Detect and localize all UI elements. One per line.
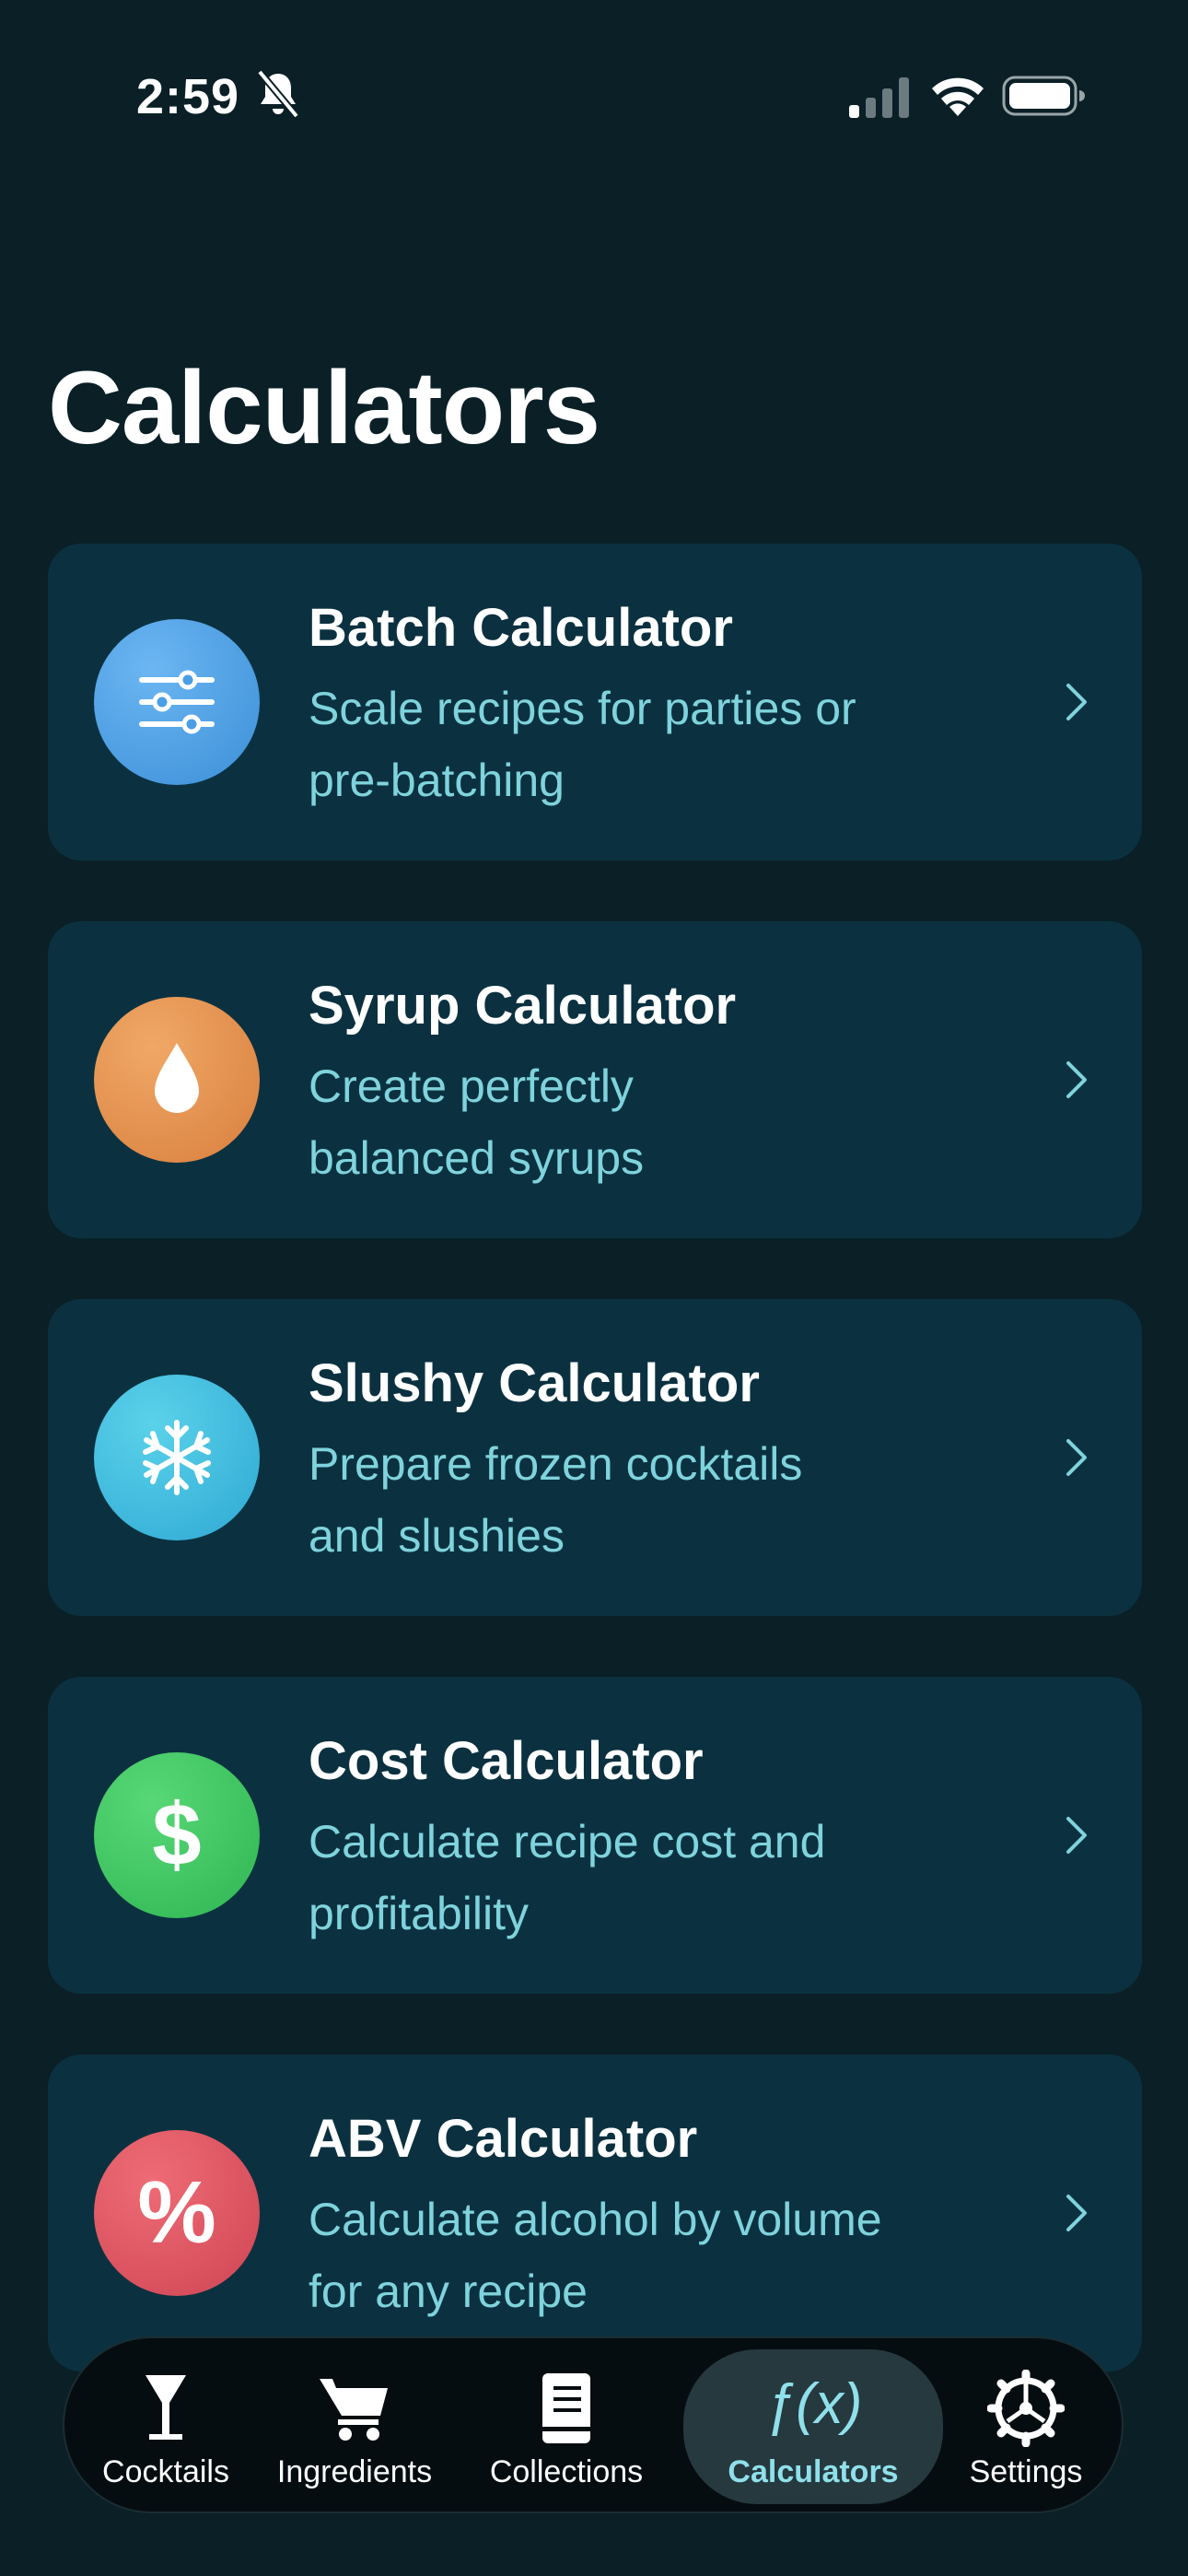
chevron-right-icon	[1066, 2195, 1087, 2231]
tab-label: Ingredients	[276, 2454, 433, 2489]
snowflake-icon	[94, 1375, 260, 1540]
wifi-icon	[932, 77, 984, 116]
tab-label: Collections	[489, 2454, 644, 2489]
cost-calculator-card[interactable]: $ Cost Calculator Calculate recipe cost …	[48, 1677, 1142, 1994]
tab-ingredients[interactable]: Ingredients	[258, 2338, 451, 2515]
card-title: Cost Calculator	[309, 1731, 704, 1791]
cellular-signal-icon	[849, 77, 909, 118]
card-title: Syrup Calculator	[309, 976, 737, 1036]
chevron-right-icon	[1066, 1061, 1087, 1098]
batch-calculator-card[interactable]: Batch Calculator Scale recipes for parti…	[48, 544, 1142, 861]
tab-label: Settings	[969, 2454, 1083, 2489]
gear-icon	[987, 2370, 1065, 2447]
syrup-calculator-card[interactable]: Syrup Calculator Create perfectly balanc…	[48, 921, 1142, 1238]
battery-icon	[1002, 76, 1085, 116]
status-time: 2:59	[136, 69, 240, 124]
card-title: ABV Calculator	[309, 2109, 698, 2169]
chevron-right-icon	[1066, 1817, 1087, 1854]
dollar-icon: $	[94, 1752, 260, 1918]
tab-collections[interactable]: Collections	[460, 2338, 672, 2515]
tab-settings[interactable]: Settings	[943, 2338, 1109, 2515]
page-title: Calculators	[48, 350, 600, 465]
card-title: Batch Calculator	[309, 598, 733, 658]
sliders-icon	[94, 619, 260, 785]
abv-calculator-card[interactable]: % ABV Calculator Calculate alcohol by vo…	[48, 2055, 1142, 2371]
tab-calculators[interactable]: ƒ(x) Calculators	[683, 2349, 943, 2504]
card-title: Slushy Calculator	[309, 1353, 760, 1413]
card-description: Scale recipes for parties or pre-batchin…	[309, 683, 856, 806]
bell-muted-icon	[256, 70, 300, 119]
tab-label: Calculators	[728, 2454, 899, 2489]
tab-bar: Cocktails Ingredients Collections ƒ(x) C…	[63, 2336, 1124, 2513]
chevron-right-icon	[1066, 1439, 1087, 1476]
card-description: Calculate recipe cost and profitability	[309, 1816, 826, 1939]
card-description: Prepare frozen cocktails and slushies	[309, 1438, 803, 1562]
percent-icon: %	[94, 2130, 260, 2296]
cart-icon	[320, 2379, 388, 2441]
card-description: Calculate alcohol by volume for any reci…	[309, 2194, 882, 2317]
card-description: Create perfectly balanced syrups	[309, 1060, 645, 1184]
slushy-calculator-card[interactable]: Slushy Calculator Prepare frozen cocktai…	[48, 1299, 1142, 1616]
drop-icon	[94, 997, 260, 1163]
function-icon: ƒ(x)	[763, 2372, 863, 2436]
tab-cocktails[interactable]: Cocktails	[74, 2338, 258, 2515]
chevron-right-icon	[1066, 684, 1087, 720]
status-bar: 2:59	[0, 0, 1188, 193]
tab-label: Cocktails	[102, 2454, 229, 2489]
book-icon	[542, 2373, 590, 2443]
cocktail-glass-icon	[146, 2375, 186, 2440]
